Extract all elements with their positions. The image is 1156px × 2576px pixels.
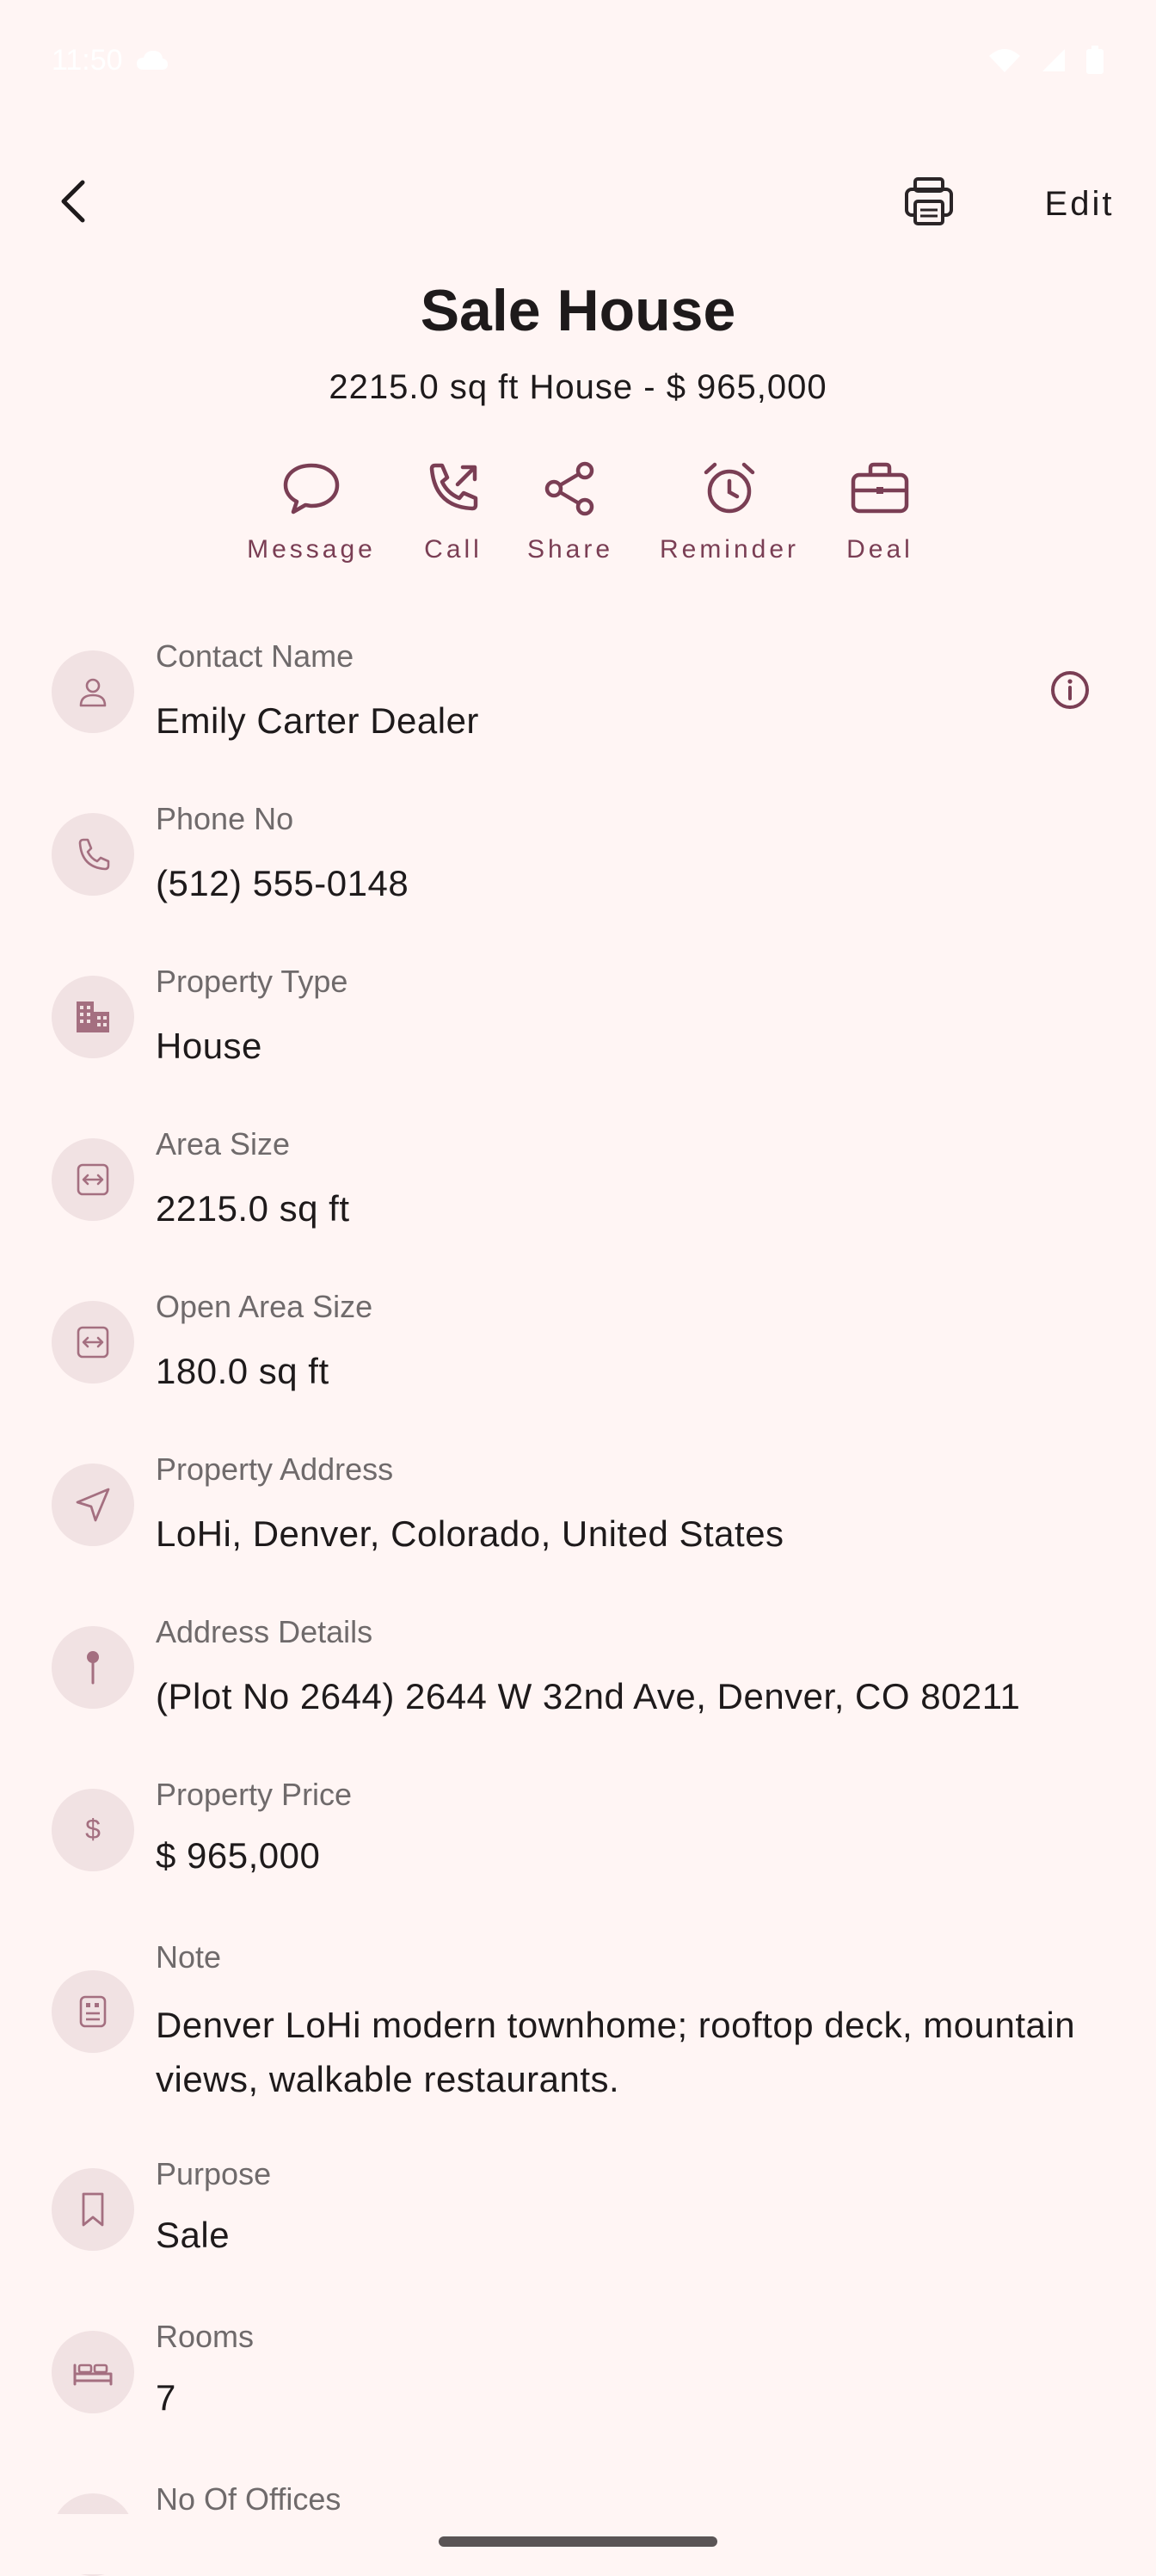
detail-label: Note <box>156 1939 222 1975</box>
deal-action[interactable]: Deal <box>802 454 957 564</box>
pin-icon <box>52 1626 134 1709</box>
note-icon <box>52 1970 134 2053</box>
detail-label: No Of Offices <box>156 2481 341 2517</box>
status-bar: 11:50 <box>0 0 1156 120</box>
detail-label: Contact Name <box>156 638 354 674</box>
navigation-arrow-icon <box>52 1464 134 1546</box>
detail-label: Rooms <box>156 2319 255 2354</box>
detail-value: House <box>156 1026 262 1066</box>
detail-value: 7 <box>156 2377 176 2418</box>
home-indicator[interactable] <box>439 2536 717 2547</box>
detail-value: 2215.0 sq ft <box>156 1188 350 1229</box>
detail-value: Sale <box>156 2215 231 2255</box>
message-label: Message <box>247 535 376 564</box>
dollar-icon: $ <box>52 1789 134 1871</box>
quick-actions: Message Call Share Reminder Deal <box>0 454 1156 575</box>
detail-label: Purpose <box>156 2156 272 2191</box>
svg-text:$: $ <box>85 1814 101 1845</box>
phone-icon <box>52 813 134 896</box>
person-icon <box>52 650 134 733</box>
alarm-clock-icon <box>695 454 764 523</box>
info-icon <box>1048 669 1091 716</box>
detail-label: Address Details <box>156 1614 373 1649</box>
deal-label: Deal <box>846 535 913 564</box>
top-app-bar: Edit <box>0 155 1156 250</box>
call-label: Call <box>424 535 483 564</box>
signal-icon <box>1041 47 1067 73</box>
arrow-back-icon <box>57 179 91 228</box>
page-title: Sale House <box>420 278 736 343</box>
area-arrows-icon <box>52 1301 134 1384</box>
share-action[interactable]: Share <box>493 454 648 564</box>
printer-icon <box>903 176 955 231</box>
detail-value: $ 965,000 <box>156 1835 321 1876</box>
wifi-icon <box>987 47 1022 73</box>
detail-label: Property Type <box>156 964 348 999</box>
reminder-action[interactable]: Reminder <box>652 454 807 564</box>
share-label: Share <box>526 535 614 564</box>
briefcase-icon <box>845 454 914 523</box>
bed-icon <box>52 2331 134 2413</box>
status-left: 11:50 <box>52 44 169 77</box>
detail-label: Open Area Size <box>156 1289 373 1324</box>
detail-value: Emily Carter Dealer <box>156 700 479 741</box>
share-icon <box>536 454 605 523</box>
battery-icon <box>1085 46 1104 75</box>
bookmark-icon <box>52 2168 134 2251</box>
area-arrows-icon <box>52 1138 134 1221</box>
status-right <box>987 46 1104 75</box>
detail-value: (Plot No 2644) 2644 W 32nd Ave, Denver, … <box>156 1676 1021 1716</box>
building-icon <box>52 976 134 1058</box>
detail-label: Property Price <box>156 1777 353 1812</box>
edit-button[interactable]: Edit <box>1024 174 1135 234</box>
detail-label: Phone No <box>156 801 294 836</box>
page-subtitle: 2215.0 sq ft House - $ 965,000 <box>329 368 827 406</box>
contact-info-button[interactable] <box>1041 662 1099 721</box>
phone-outgoing-icon <box>419 454 488 523</box>
message-bubble-icon <box>277 454 346 523</box>
back-button[interactable] <box>38 167 110 239</box>
message-action[interactable]: Message <box>234 454 389 564</box>
cloud-icon <box>135 49 169 71</box>
detail-value: 180.0 sq ft <box>156 1351 329 1391</box>
detail-value: Denver LoHi modern townhome; rooftop dec… <box>156 2005 1076 2099</box>
detail-label: Property Address <box>156 1451 394 1487</box>
reminder-label: Reminder <box>659 535 800 564</box>
status-time: 11:50 <box>52 43 123 77</box>
detail-value: (512) 555-0148 <box>156 863 409 903</box>
print-button[interactable] <box>891 167 967 239</box>
detail-value: LoHi, Denver, Colorado, United States <box>156 1513 784 1554</box>
detail-label: Area Size <box>156 1126 291 1162</box>
